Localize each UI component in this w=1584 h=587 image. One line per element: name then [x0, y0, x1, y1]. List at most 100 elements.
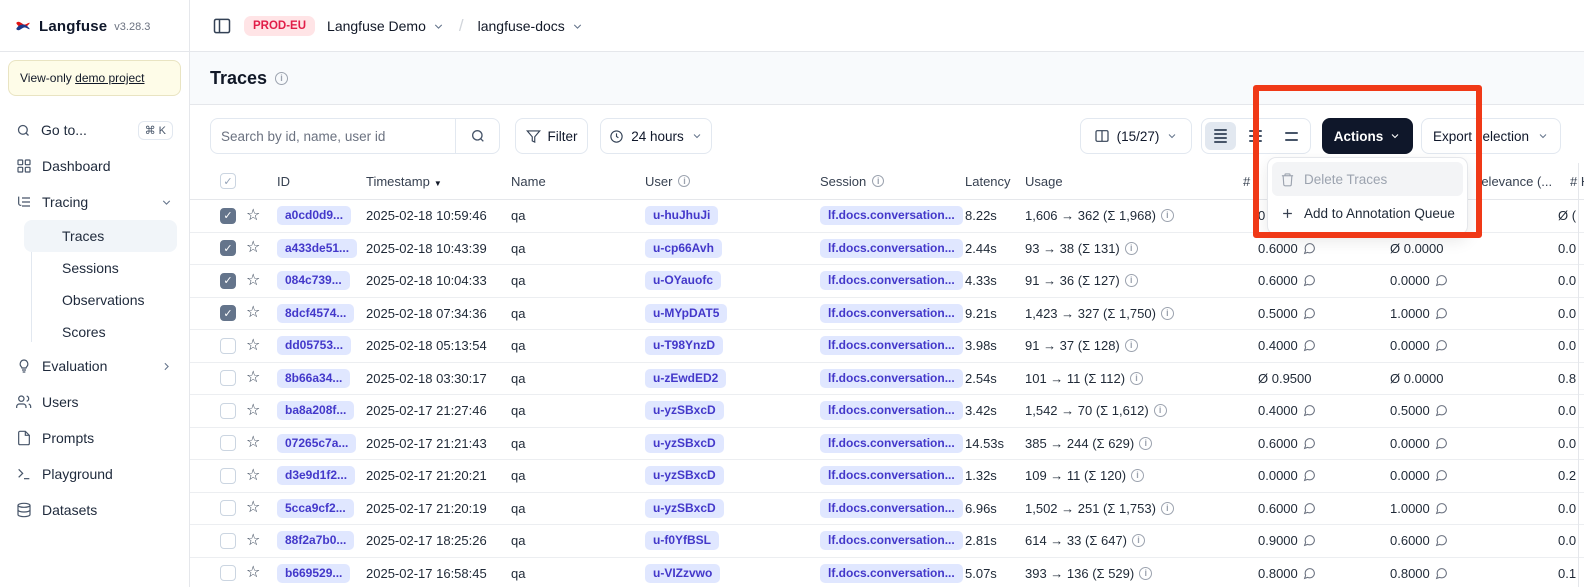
session-badge[interactable]: lf.docs.conversation...: [820, 434, 963, 453]
row-checkbox[interactable]: [220, 403, 236, 419]
user-badge[interactable]: u-cp66Avh: [645, 239, 722, 258]
actions-button[interactable]: Actions: [1322, 118, 1413, 154]
user-badge[interactable]: u-huJhuJi: [645, 206, 718, 225]
search-input[interactable]: [211, 119, 455, 153]
user-badge[interactable]: u-yzSBxcD: [645, 434, 724, 453]
session-badge[interactable]: lf.docs.conversation...: [820, 271, 963, 290]
trace-id-badge[interactable]: a433de51...: [277, 239, 357, 258]
user-badge[interactable]: u-OYauofc: [645, 271, 721, 290]
row-checkbox[interactable]: ✓: [220, 208, 236, 224]
filter-button[interactable]: Filter: [515, 118, 588, 154]
star-icon[interactable]: ☆: [246, 305, 260, 321]
row-height-small-button[interactable]: [1205, 122, 1236, 150]
session-badge[interactable]: lf.docs.conversation...: [820, 369, 963, 388]
sidebar-item-playground[interactable]: Playground: [8, 456, 181, 492]
header-name[interactable]: Name: [506, 174, 640, 189]
info-icon: i: [1130, 372, 1143, 385]
sidebar-item-scores[interactable]: Scores: [24, 316, 177, 348]
user-badge[interactable]: u-yzSBxcD: [645, 401, 724, 420]
row-checkbox[interactable]: ✓: [220, 240, 236, 256]
header-latency[interactable]: Latency: [960, 174, 1020, 189]
org-selector[interactable]: Langfuse Demo: [327, 18, 445, 34]
menu-item-add-to-annotation-queue[interactable]: Add to Annotation Queue: [1272, 196, 1463, 230]
header-hash-fragment[interactable]: #: [1243, 163, 1250, 200]
star-icon[interactable]: ☆: [246, 565, 260, 581]
star-icon[interactable]: ☆: [246, 435, 260, 451]
header-relevance-fragment[interactable]: relevance (...: [1477, 163, 1552, 200]
sidebar-item-datasets[interactable]: Datasets: [8, 492, 181, 528]
session-badge[interactable]: lf.docs.conversation...: [820, 336, 963, 355]
row-height-large-button[interactable]: [1276, 122, 1307, 150]
star-icon[interactable]: ☆: [246, 403, 260, 419]
trace-id-badge[interactable]: d3e9d1f2...: [277, 466, 355, 485]
trace-id-badge[interactable]: 084c739...: [277, 271, 350, 290]
trace-id-badge[interactable]: a0cd0d9...: [277, 206, 351, 225]
session-badge[interactable]: lf.docs.conversation...: [820, 499, 963, 518]
star-icon[interactable]: ☆: [246, 468, 260, 484]
trace-id-badge[interactable]: dd05753...: [277, 336, 351, 355]
header-timestamp[interactable]: Timestamp▼: [361, 174, 506, 189]
user-badge[interactable]: u-yzSBxcD: [645, 466, 724, 485]
star-icon[interactable]: ☆: [246, 208, 260, 224]
session-badge[interactable]: lf.docs.conversation...: [820, 239, 963, 258]
session-badge[interactable]: lf.docs.conversation...: [820, 206, 963, 225]
header-session[interactable]: Sessioni: [815, 174, 960, 189]
header-hash2-fragment[interactable]: # H: [1570, 163, 1584, 200]
sidebar-item-evaluation[interactable]: Evaluation: [8, 348, 181, 384]
sidebar-item-users[interactable]: Users: [8, 384, 181, 420]
session-badge[interactable]: lf.docs.conversation...: [820, 304, 963, 323]
star-icon[interactable]: ☆: [246, 370, 260, 386]
project-selector[interactable]: langfuse-docs: [478, 18, 584, 34]
sidebar-item-sessions[interactable]: Sessions: [24, 252, 177, 284]
session-badge[interactable]: lf.docs.conversation...: [820, 401, 963, 420]
row-checkbox[interactable]: [220, 370, 236, 386]
user-badge[interactable]: u-VIZzvwo: [645, 564, 720, 583]
trace-id-badge[interactable]: 88f2a7b0...: [277, 531, 354, 550]
row-checkbox[interactable]: [220, 565, 236, 581]
header-id[interactable]: ID: [272, 174, 361, 189]
goto-button[interactable]: Go to... ⌘ K: [8, 112, 181, 148]
header-user[interactable]: Useri: [640, 174, 815, 189]
trace-id-badge[interactable]: b669529...: [277, 564, 350, 583]
row-height-medium-button[interactable]: [1240, 122, 1271, 150]
sidebar-toggle-icon[interactable]: [212, 16, 232, 36]
trace-id-badge[interactable]: 5cca9cf2...: [277, 499, 354, 518]
star-icon[interactable]: ☆: [246, 338, 260, 354]
trace-id-badge[interactable]: 07265c7a...: [277, 434, 356, 453]
session-badge[interactable]: lf.docs.conversation...: [820, 466, 963, 485]
row-checkbox[interactable]: [220, 435, 236, 451]
session-badge[interactable]: lf.docs.conversation...: [820, 531, 963, 550]
row-checkbox[interactable]: [220, 500, 236, 516]
row-checkbox[interactable]: ✓: [220, 273, 236, 289]
row-checkbox[interactable]: [220, 338, 236, 354]
sidebar-item-dashboard[interactable]: Dashboard: [8, 148, 181, 184]
user-badge[interactable]: u-zEwdED2: [645, 369, 726, 388]
star-icon[interactable]: ☆: [246, 273, 260, 289]
row-checkbox[interactable]: [220, 533, 236, 549]
time-range-button[interactable]: 24 hours: [600, 118, 712, 154]
row-checkbox[interactable]: [220, 468, 236, 484]
user-badge[interactable]: u-yzSBxcD: [645, 499, 724, 518]
row-checkbox[interactable]: ✓: [220, 305, 236, 321]
star-icon[interactable]: ☆: [246, 500, 260, 516]
user-badge[interactable]: u-T98YnzD: [645, 336, 723, 355]
trace-id-badge[interactable]: 8b66a34...: [277, 369, 350, 388]
menu-item-delete-traces[interactable]: Delete Traces: [1272, 162, 1463, 196]
user-badge[interactable]: u-MYpDAT5: [645, 304, 727, 323]
column-visibility-button[interactable]: (15/27): [1080, 118, 1192, 154]
star-icon[interactable]: ☆: [246, 240, 260, 256]
sidebar-item-observations[interactable]: Observations: [24, 284, 177, 316]
select-all-checkbox[interactable]: ✓: [220, 173, 236, 189]
demo-project-link[interactable]: demo project: [75, 71, 144, 85]
trace-id-badge[interactable]: ba8a208f...: [277, 401, 354, 420]
export-selection-button[interactable]: Export selection: [1421, 118, 1561, 154]
sidebar-item-traces[interactable]: Traces: [24, 220, 177, 252]
search-submit-button[interactable]: [455, 119, 499, 153]
sidebar-item-prompts[interactable]: Prompts: [8, 420, 181, 456]
user-badge[interactable]: u-f0YfBSL: [645, 531, 719, 550]
star-icon[interactable]: ☆: [246, 533, 260, 549]
header-usage[interactable]: Usage: [1020, 174, 1253, 189]
session-badge[interactable]: lf.docs.conversation...: [820, 564, 963, 583]
sidebar-item-tracing[interactable]: Tracing: [8, 184, 181, 220]
trace-id-badge[interactable]: 8dcf4574...: [277, 304, 354, 323]
